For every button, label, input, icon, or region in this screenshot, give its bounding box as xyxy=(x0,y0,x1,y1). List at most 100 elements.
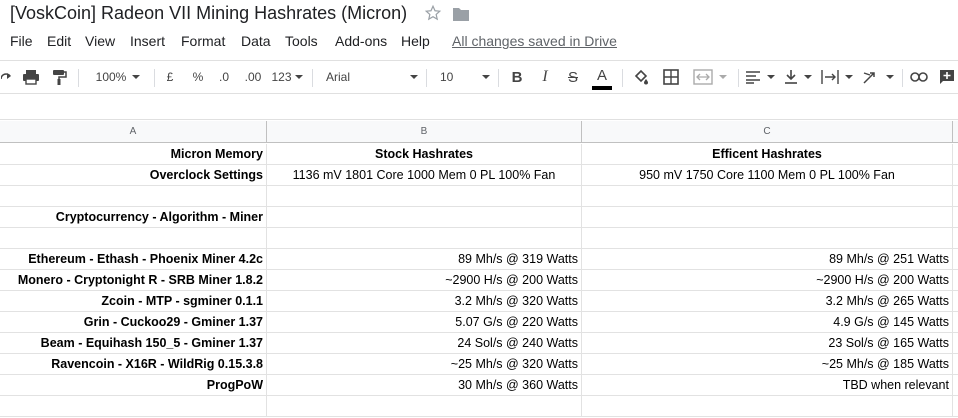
cell-d[interactable] xyxy=(953,312,958,333)
cell-b[interactable]: ~2900 H/s @ 200 Watts xyxy=(267,270,582,291)
vertical-align-icon[interactable] xyxy=(782,61,814,93)
cell-b[interactable]: 30 Mh/s @ 360 Watts xyxy=(267,375,582,396)
insert-comment-icon[interactable] xyxy=(936,61,958,93)
document-title[interactable]: [VoskCoin] Radeon VII Mining Hashrates (… xyxy=(10,3,407,24)
more-formats-select[interactable]: 123 xyxy=(270,61,304,93)
column-header-d[interactable] xyxy=(953,121,958,143)
cell-b[interactable]: 24 Sol/s @ 240 Watts xyxy=(267,333,582,354)
cell-b[interactable] xyxy=(267,228,582,249)
percent-format-button[interactable]: % xyxy=(190,61,206,93)
menu-tools[interactable]: Tools xyxy=(285,33,318,49)
column-header-c[interactable]: C xyxy=(582,121,953,143)
zoom-select[interactable]: 100% xyxy=(90,61,146,93)
cell-b[interactable] xyxy=(267,396,582,417)
cell-d[interactable] xyxy=(953,333,958,354)
merge-cells-icon[interactable] xyxy=(690,61,730,93)
cell-a[interactable] xyxy=(0,186,267,207)
cell-a[interactable]: Zcoin - MTP - sgminer 0.1.1 xyxy=(0,291,267,312)
folder-icon[interactable] xyxy=(452,6,470,22)
cell-c[interactable]: ~2900 H/s @ 200 Watts xyxy=(582,270,953,291)
insert-link-icon[interactable] xyxy=(908,61,930,93)
cell-d[interactable] xyxy=(953,249,958,270)
menu-add-ons[interactable]: Add-ons xyxy=(335,33,387,49)
cell-a[interactable] xyxy=(0,228,267,249)
cell-c[interactable] xyxy=(582,207,953,228)
star-icon[interactable] xyxy=(424,4,442,22)
paint-format-icon[interactable] xyxy=(48,61,70,93)
currency-format-button[interactable]: £ xyxy=(162,61,178,93)
text-wrapping-icon[interactable] xyxy=(820,61,854,93)
cell-c[interactable]: 23 Sol/s @ 165 Watts xyxy=(582,333,953,354)
cell-a[interactable] xyxy=(0,396,267,417)
text-rotation-icon[interactable] xyxy=(860,61,896,93)
chevron-down-icon xyxy=(886,75,894,79)
menu-edit[interactable]: Edit xyxy=(47,33,71,49)
cell-d[interactable] xyxy=(953,396,958,417)
cell-d[interactable] xyxy=(953,186,958,207)
menu-help[interactable]: Help xyxy=(401,33,430,49)
cell-a[interactable]: Monero - Cryptonight R - SRB Miner 1.8.2 xyxy=(0,270,267,291)
cell-c[interactable]: 89 Mh/s @ 251 Watts xyxy=(582,249,953,270)
cell-b[interactable]: 89 Mh/s @ 319 Watts xyxy=(267,249,582,270)
cell-c[interactable]: 4.9 G/s @ 145 Watts xyxy=(582,312,953,333)
cell-b[interactable] xyxy=(267,207,582,228)
italic-button[interactable]: I xyxy=(535,61,555,93)
font-size-value: 10 xyxy=(440,70,454,84)
cell-a[interactable]: Cryptocurrency - Algorithm - Miner xyxy=(0,207,267,228)
cell-d[interactable] xyxy=(953,144,958,165)
menu-file[interactable]: File xyxy=(10,33,33,49)
zoom-value: 100% xyxy=(95,70,127,84)
cell-c[interactable] xyxy=(582,186,953,207)
cell-c[interactable] xyxy=(582,228,953,249)
cell-c[interactable] xyxy=(582,396,953,417)
cell-c[interactable]: ~25 Mh/s @ 185 Watts xyxy=(582,354,953,375)
strikethrough-button[interactable]: S xyxy=(563,61,583,93)
cell-a[interactable]: Grin - Cuckoo29 - Gminer 1.37 xyxy=(0,312,267,333)
cell-b[interactable] xyxy=(267,186,582,207)
cell-d[interactable] xyxy=(953,375,958,396)
cell-d[interactable] xyxy=(953,354,958,375)
increase-decimal-button[interactable]: .00 xyxy=(241,61,265,93)
chevron-down-icon xyxy=(767,75,775,79)
table-row: Zcoin - MTP - sgminer 0.1.1 3.2 Mh/s @ 32… xyxy=(0,291,958,312)
cell-b[interactable]: ~25 Mh/s @ 320 Watts xyxy=(267,354,582,375)
borders-icon[interactable] xyxy=(660,61,682,93)
save-status-link[interactable]: All changes saved in Drive xyxy=(452,33,617,49)
horizontal-align-icon[interactable] xyxy=(744,61,776,93)
text-color-button[interactable]: A xyxy=(590,61,614,93)
menu-format[interactable]: Format xyxy=(181,33,225,49)
cell-c[interactable]: 3.2 Mh/s @ 265 Watts xyxy=(582,291,953,312)
cell-a[interactable]: Ethereum - Ethash - Phoenix Miner 4.2c xyxy=(0,249,267,270)
cell-c[interactable]: Efficent Hashrates xyxy=(582,144,953,165)
formula-bar[interactable] xyxy=(0,94,958,120)
cell-c[interactable]: TBD when relevant xyxy=(582,375,953,396)
chevron-down-icon xyxy=(294,75,303,79)
cell-b[interactable]: 3.2 Mh/s @ 320 Watts xyxy=(267,291,582,312)
decrease-decimal-button[interactable]: .0 xyxy=(214,61,234,93)
bold-button[interactable]: B xyxy=(507,61,527,93)
cell-c[interactable]: 950 mV 1750 Core 1100 Mem 0 PL 100% Fan xyxy=(582,165,953,186)
cell-a[interactable]: Micron Memory xyxy=(0,144,267,165)
column-header-a[interactable]: A xyxy=(0,121,267,143)
column-header-b[interactable]: B xyxy=(267,121,582,143)
fill-color-icon[interactable] xyxy=(630,61,652,93)
cell-a[interactable]: Overclock Settings xyxy=(0,165,267,186)
cell-a[interactable]: Beam - Equihash 150_5 - Gminer 1.37 xyxy=(0,333,267,354)
cell-b[interactable]: 5.07 G/s @ 220 Watts xyxy=(267,312,582,333)
cell-d[interactable] xyxy=(953,165,958,186)
cell-d[interactable] xyxy=(953,207,958,228)
menu-view[interactable]: View xyxy=(85,33,115,49)
cell-d[interactable] xyxy=(953,270,958,291)
redo-icon[interactable] xyxy=(0,61,14,93)
print-icon[interactable] xyxy=(20,61,42,93)
cell-d[interactable] xyxy=(953,228,958,249)
menu-data[interactable]: Data xyxy=(241,33,271,49)
cell-b[interactable]: Stock Hashrates xyxy=(267,144,582,165)
cell-a[interactable]: ProgPoW xyxy=(0,375,267,396)
cell-d[interactable] xyxy=(953,291,958,312)
menu-insert[interactable]: Insert xyxy=(130,33,165,49)
cell-b[interactable]: 1136 mV 1801 Core 1000 Mem 0 PL 100% Fan xyxy=(267,165,582,186)
font-size-select[interactable]: 10 xyxy=(440,61,490,93)
font-family-select[interactable]: Arial xyxy=(326,61,418,93)
cell-a[interactable]: Ravencoin - X16R - WildRig 0.15.3.8 xyxy=(0,354,267,375)
